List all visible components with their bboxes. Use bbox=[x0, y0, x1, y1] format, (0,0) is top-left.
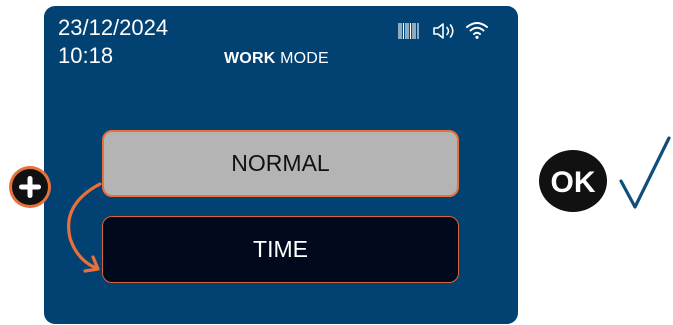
curved-arrow-down-icon bbox=[67, 182, 102, 273]
screen-title-rest: MODE bbox=[275, 50, 329, 67]
wifi-icon bbox=[466, 22, 488, 39]
checkmark-icon bbox=[619, 136, 671, 209]
mode-option-normal[interactable]: NORMAL bbox=[102, 130, 459, 197]
barcode-icon bbox=[398, 23, 419, 39]
mode-option-normal-label: NORMAL bbox=[231, 150, 330, 176]
date-display: 23/12/2024 bbox=[58, 15, 169, 40]
device-screen: 23/12/2024 10:18 WORK MODE NORMAL TIME bbox=[44, 6, 518, 324]
screen-title: WORK MODE bbox=[224, 51, 329, 67]
screen-title-bold: WORK bbox=[224, 50, 276, 67]
mode-option-time[interactable]: TIME bbox=[102, 216, 459, 283]
mode-option-time-label: TIME bbox=[253, 236, 308, 262]
ok-label: OK bbox=[551, 166, 596, 199]
time-display: 10:18 bbox=[58, 43, 114, 68]
plus-button-icon[interactable] bbox=[0, 166, 60, 226]
speaker-icon bbox=[433, 23, 454, 39]
ok-button-icon[interactable]: OK bbox=[539, 150, 607, 212]
